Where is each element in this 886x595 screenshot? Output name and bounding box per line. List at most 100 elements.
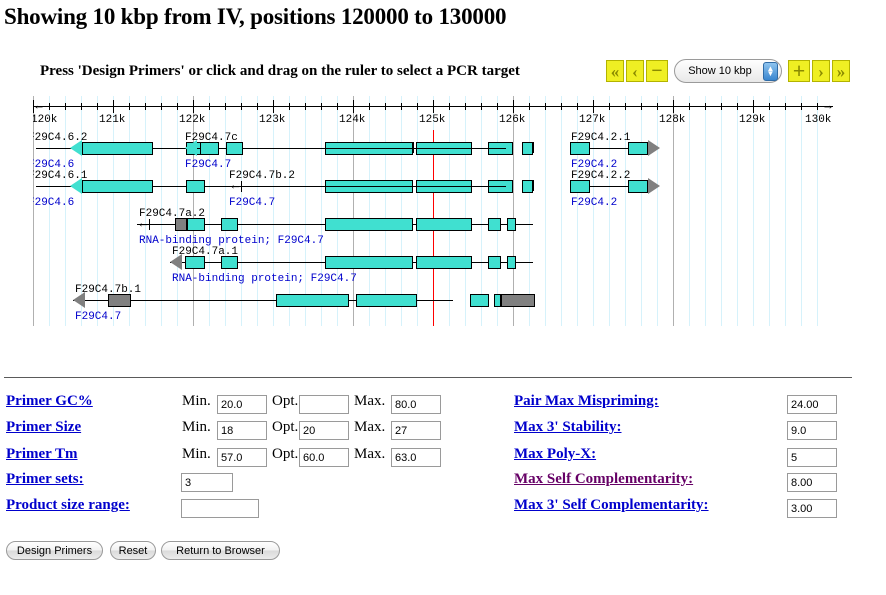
feature-exon-box[interactable] <box>470 294 489 307</box>
product-size-range-input[interactable] <box>181 499 259 518</box>
max-input-1[interactable] <box>391 421 441 440</box>
primer-option-link-3[interactable]: Max Self Complementarity: <box>514 471 693 488</box>
feature-exon-box[interactable] <box>325 256 413 269</box>
primer-option-input-4[interactable] <box>787 499 837 518</box>
primer-option-input-1[interactable] <box>787 421 837 440</box>
ruler-tick <box>529 103 530 110</box>
feature-name-label: F29C4.7b.2 <box>229 170 296 182</box>
next-page-button[interactable]: › <box>812 60 830 82</box>
feature-exon-box[interactable] <box>488 218 501 231</box>
ruler-tick <box>97 103 98 110</box>
feature-exon-box[interactable] <box>325 218 413 231</box>
feature-exon-box[interactable] <box>276 294 349 307</box>
feature-exon-box[interactable] <box>82 180 153 193</box>
feature-description-link[interactable]: RNA-binding protein; F29C4.7 <box>172 273 357 285</box>
ruler-tick <box>225 103 226 110</box>
feature-description-link[interactable]: F29C4.7 <box>229 197 275 209</box>
feature-exon-box[interactable] <box>507 256 516 269</box>
ruler-label: 129k <box>739 114 766 126</box>
last-page-button[interactable]: » <box>832 60 850 82</box>
feature-exon-box[interactable] <box>82 142 153 155</box>
page-title: Showing 10 kbp from IV, positions 120000… <box>4 4 507 29</box>
zoom-out-button[interactable]: − <box>646 60 668 82</box>
feature-exon-box[interactable] <box>522 180 533 193</box>
primer-sets-input[interactable] <box>181 473 233 492</box>
feature-exon-box[interactable] <box>628 142 648 155</box>
primer-option-input-0[interactable] <box>787 395 837 414</box>
feature-name-label: F29C4.2.2 <box>571 170 631 182</box>
feature-exon-box[interactable] <box>507 218 516 231</box>
min-input-1[interactable] <box>217 421 267 440</box>
product-size-range-link[interactable]: Product size range: <box>6 497 130 514</box>
opt-input-2[interactable] <box>299 448 349 467</box>
ruler-tick <box>193 100 194 113</box>
primer-param-link-1[interactable]: Primer Size <box>6 419 81 436</box>
ruler-tick <box>273 100 274 113</box>
opt-input-1[interactable] <box>299 421 349 440</box>
ruler-tick <box>673 100 674 113</box>
primer-sets-link[interactable]: Primer sets: <box>6 471 84 488</box>
feature-exon-box[interactable] <box>221 218 238 231</box>
zoom-level-select[interactable]: Show 10 kbp ▲ ▼ <box>674 59 782 83</box>
feature-exon-box[interactable] <box>488 256 501 269</box>
ruler-tick <box>721 103 722 110</box>
ruler-tick <box>209 103 210 110</box>
primer-param-link-0[interactable]: Primer GC% <box>6 393 93 410</box>
primer-param-link-2[interactable]: Primer Tm <box>6 446 78 463</box>
feature-exon-box[interactable] <box>186 180 205 193</box>
feature-exon-box[interactable] <box>522 142 533 155</box>
min-input-0[interactable] <box>217 395 267 414</box>
ruler-label: 125k <box>419 114 446 126</box>
feature-exon-box[interactable] <box>356 294 417 307</box>
minor-gridline <box>465 96 466 326</box>
ruler-tick <box>497 103 498 110</box>
feature-description-link[interactable]: F29C4.7 <box>75 311 121 323</box>
major-gridline <box>673 96 674 326</box>
minor-gridline <box>257 96 258 326</box>
return-to-browser-button[interactable]: Return to Browser <box>161 541 280 560</box>
ruler-tick <box>353 100 354 113</box>
minor-gridline <box>385 96 386 326</box>
previous-page-button[interactable]: ‹ <box>626 60 644 82</box>
design-primers-button[interactable]: Design Primers <box>6 541 103 560</box>
minor-gridline <box>449 96 450 326</box>
feature-description-link[interactable]: F29C4.6 <box>33 197 74 209</box>
min-label-0: Min. <box>182 393 211 409</box>
primer-option-input-2[interactable] <box>787 448 837 467</box>
feature-exon-box[interactable] <box>416 256 472 269</box>
feature-end-tick <box>413 142 414 153</box>
primer-option-link-2[interactable]: Max Poly-X: <box>514 446 596 463</box>
primer-option-link-1[interactable]: Max 3' Stability: <box>514 419 622 436</box>
primer-option-link-4[interactable]: Max 3' Self Complementarity: <box>514 497 709 514</box>
max-input-2[interactable] <box>391 448 441 467</box>
first-page-button[interactable]: « <box>606 60 624 82</box>
ruler-label: 123k <box>259 114 286 126</box>
feature-exon-box[interactable] <box>494 294 501 307</box>
minor-gridline <box>577 96 578 326</box>
feature-utr-box[interactable] <box>501 294 535 307</box>
minor-gridline <box>289 96 290 326</box>
ruler-tick <box>577 103 578 110</box>
primer-option-link-0[interactable]: Pair Max Mispriming: <box>514 393 659 410</box>
min-input-2[interactable] <box>217 448 267 467</box>
feature-exon-box[interactable] <box>416 218 472 231</box>
feature-description-link[interactable]: F29C4.7 <box>185 159 231 171</box>
opt-input-0[interactable] <box>299 395 349 414</box>
feature-exon-box[interactable] <box>628 180 648 193</box>
ruler-tick <box>785 103 786 110</box>
min-label-2: Min. <box>182 446 211 462</box>
ruler-tick <box>161 103 162 110</box>
max-input-0[interactable] <box>391 395 441 414</box>
feature-description-link[interactable]: F29C4.2 <box>571 197 617 209</box>
min-label-1: Min. <box>182 419 211 435</box>
primer-option-input-3[interactable] <box>787 473 837 492</box>
reset-button[interactable]: Reset <box>110 541 156 560</box>
stepper-icon[interactable]: ▲ ▼ <box>763 62 778 81</box>
ruler-label: 130k <box>805 114 832 126</box>
minor-gridline <box>609 96 610 326</box>
zoom-in-button[interactable]: + <box>788 60 810 82</box>
genome-browser-panel[interactable]: 120k 121k 122k 123k 124k 125k 126k 127k 128k 129k… <box>33 96 833 326</box>
ruler-label: 122k <box>179 114 206 126</box>
ruler-label: 127k <box>579 114 606 126</box>
minor-gridline <box>737 96 738 326</box>
